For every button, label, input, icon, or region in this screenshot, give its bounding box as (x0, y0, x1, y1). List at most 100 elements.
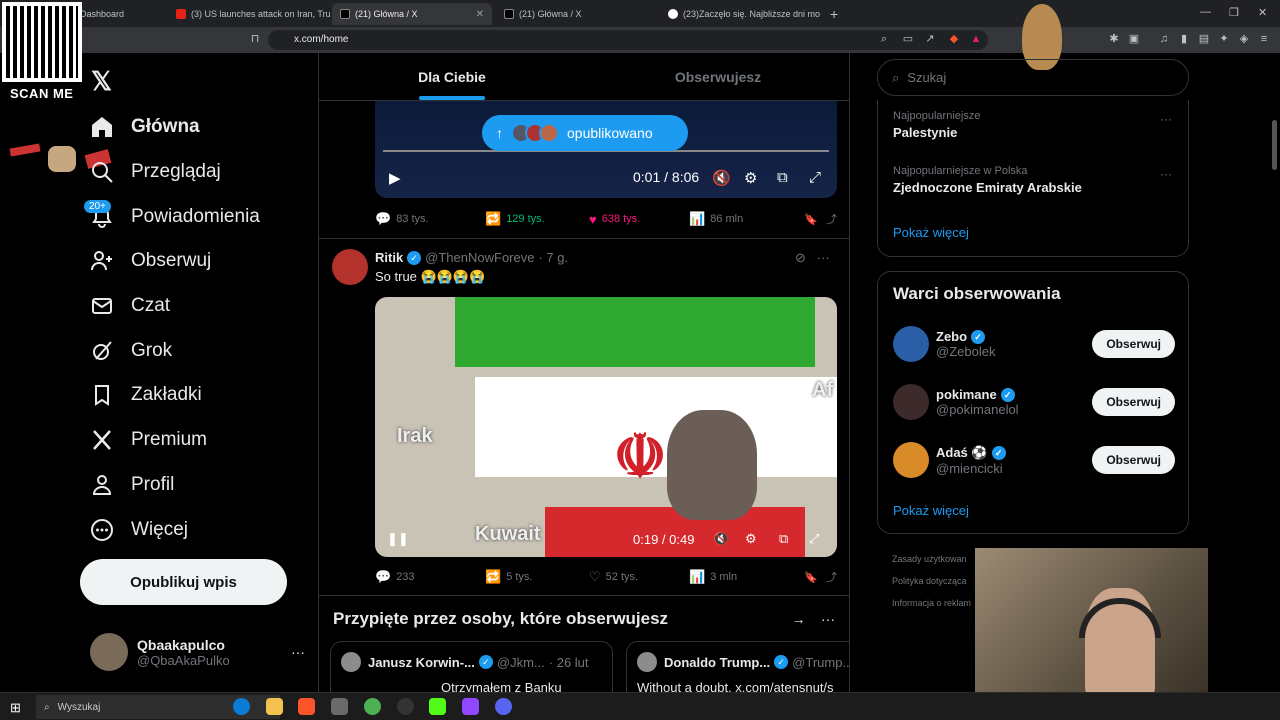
tweet-time[interactable]: · 7 g. (538, 250, 568, 265)
sidebar-item-chat[interactable]: Czat (90, 291, 170, 321)
more-dots-icon[interactable]: ··· (1160, 167, 1172, 181)
search-input[interactable]: ⌕ Szukaj (877, 59, 1189, 96)
bookmark-page-icon[interactable]: ⊓ (249, 33, 261, 45)
close-window-icon[interactable]: ✕ (1258, 6, 1267, 19)
share-icon[interactable]: ⤴ (826, 211, 837, 227)
bookmark-icon[interactable]: 🔖 (804, 571, 818, 584)
repost-button[interactable]: 🔁 5 tys. (485, 569, 589, 585)
show-more-link[interactable]: Pokaż więcej (893, 503, 969, 518)
more-dots-icon[interactable]: ··· (817, 250, 830, 265)
sidebar-item-premium[interactable]: Premium (90, 425, 207, 455)
sidebar-item-explore[interactable]: Przeglądaj (90, 157, 221, 187)
follow-button[interactable]: Obserwuj (1092, 330, 1175, 358)
minimize-icon[interactable]: — (1200, 6, 1211, 18)
trend-item[interactable]: Najpopularniejsze Palestynie (893, 110, 980, 140)
twitch-icon[interactable] (462, 698, 479, 715)
video-player-2[interactable]: ☫ Irak Kuwait Af ❚❚ 0:19 / 0:49 🔇 ⚙ ⧉ ⤢ (375, 297, 837, 557)
vpn-icon[interactable]: ◈ (1238, 33, 1250, 45)
kick-icon[interactable] (429, 698, 446, 715)
reply-button[interactable]: 💬 83 tys. (375, 211, 485, 227)
browser-tab[interactable]: (3) US launches attack on Iran, Trump (168, 3, 330, 25)
sidebar-item-bookmarks[interactable]: Zakładki (90, 380, 202, 410)
follow-suggestion[interactable]: pokimane ✓ @pokimanelol Obserwuj (893, 384, 1175, 420)
new-posts-pill[interactable]: ↑ opublikowano (482, 115, 688, 151)
show-more-link[interactable]: Pokaż więcej (893, 225, 969, 240)
settings-icon[interactable]: ⚙ (744, 169, 757, 187)
folder-icon[interactable] (266, 698, 283, 715)
sidebar-toggle-icon[interactable]: ▮ (1178, 33, 1190, 45)
more-dots-icon[interactable]: ··· (291, 644, 305, 660)
scrollbar-thumb[interactable] (1272, 120, 1277, 170)
restore-icon[interactable]: ❐ (1229, 6, 1239, 19)
follow-button[interactable]: Obserwuj (1092, 388, 1175, 416)
author-name[interactable]: Ritik (375, 250, 403, 265)
menu-icon[interactable]: ≡ (1258, 33, 1270, 45)
more-dots-icon[interactable]: ··· (1160, 112, 1172, 126)
sidebar-item-follow[interactable]: Obserwuj (90, 246, 211, 276)
x-logo-icon[interactable]: 𝕏 (91, 66, 112, 97)
repost-button[interactable]: 🔁 129 tys. (485, 211, 589, 227)
leo-icon[interactable]: ✦ (1218, 33, 1230, 45)
fullscreen-icon[interactable]: ⤢ (809, 531, 819, 547)
sidebar-item-profile[interactable]: Profil (90, 470, 174, 500)
fullscreen-icon[interactable]: ⤢ (809, 169, 821, 186)
obs-icon[interactable] (397, 698, 414, 715)
footer-link[interactable]: Zasady użytkowan (892, 554, 967, 564)
sidebar-item-notifications[interactable]: Powiadomienia (90, 202, 260, 232)
follow-suggestion[interactable]: Zebo ✓ @Zebolek Obserwuj (893, 326, 1175, 362)
like-button[interactable]: ♥ 638 tys. (589, 212, 689, 227)
pause-icon[interactable]: ❚❚ (387, 531, 409, 547)
views-button[interactable]: 📊 86 mln (689, 211, 789, 227)
app-icon[interactable] (331, 698, 348, 715)
browser-tab-active[interactable]: (21) Główna / X ✕ (332, 3, 492, 25)
mute-icon[interactable]: 🔇 (712, 169, 731, 187)
like-button[interactable]: ♡ 52 tys. (589, 569, 689, 585)
tab-for-you[interactable]: Dla Ciebie (319, 53, 585, 100)
sidebar-item-grok[interactable]: Grok (90, 336, 172, 366)
new-tab-button[interactable]: + (822, 3, 844, 25)
follow-suggestion[interactable]: Adaś ⚽ ✓ @miencicki Obserwuj (893, 442, 1175, 478)
screenshot-icon[interactable]: ▣ (1128, 33, 1140, 45)
windows-start-icon[interactable]: ⊞ (10, 700, 21, 716)
brave-icon[interactable] (298, 698, 315, 715)
mute-icon[interactable]: 🔇 (713, 531, 729, 547)
browser-tab[interactable]: (21) Główna / X (496, 3, 656, 25)
grok-icon[interactable]: ⊘ (795, 250, 806, 265)
arrow-right-icon[interactable]: → (791, 611, 805, 627)
wallet-icon[interactable]: ▤ (1198, 33, 1210, 45)
follow-button[interactable]: Obserwuj (1092, 446, 1175, 474)
settings-icon[interactable]: ⚙ (745, 531, 757, 547)
account-switcher[interactable]: Qbaakapulco @QbaAkaPulko ··· (90, 633, 305, 671)
extensions-icon[interactable]: ✱ (1108, 33, 1120, 45)
post-button[interactable]: Opublikuj wpis (80, 559, 287, 605)
share-icon[interactable]: ↗ (924, 33, 936, 45)
edge-icon[interactable] (233, 698, 250, 715)
bookmark-icon[interactable]: 🔖 (804, 213, 818, 226)
sidebar-item-more[interactable]: Więcej (90, 515, 188, 545)
trend-item[interactable]: Najpopularniejsze w Polska Zjednoczone E… (893, 165, 1082, 195)
play-icon[interactable]: ▶ (389, 169, 401, 187)
cast-icon[interactable]: ▭ (902, 33, 914, 45)
sidebar-item-home[interactable]: Główna (90, 112, 200, 142)
pinned-card[interactable]: Janusz Korwin-... ✓ @Jkm... · 26 lut Otr… (330, 641, 613, 692)
browser-tab[interactable]: Dashboard (72, 3, 168, 25)
views-button[interactable]: 📊 3 mln (689, 569, 789, 585)
pip-icon[interactable]: ⧉ (777, 169, 788, 186)
tab-following[interactable]: Obserwujesz (585, 53, 849, 100)
chrome-icon[interactable] (364, 698, 381, 715)
browser-tab[interactable]: (23)Zaczęło się. Najbliższe dni mogą (660, 3, 820, 25)
more-dots-icon[interactable]: ··· (821, 611, 835, 627)
share-icon[interactable]: ⤴ (826, 569, 837, 585)
zoom-icon[interactable]: ⌕ (878, 33, 890, 45)
pinned-card[interactable]: Donaldo Trump... ✓ @Trump... Without a d… (626, 641, 849, 692)
footer-link[interactable]: Polityka dotycząca (892, 576, 967, 586)
media-icon[interactable]: ♫ (1158, 33, 1170, 45)
author-handle[interactable]: @ThenNowForeve (425, 250, 534, 265)
brave-shield-icon[interactable]: ◆ (948, 33, 960, 45)
discord-icon[interactable] (495, 698, 512, 715)
pip-icon[interactable]: ⧉ (779, 531, 788, 547)
avatar[interactable] (332, 249, 368, 285)
close-tab-icon[interactable]: ✕ (468, 9, 484, 20)
brave-rewards-icon[interactable]: ▲ (970, 33, 982, 45)
reply-button[interactable]: 💬 233 (375, 569, 485, 585)
